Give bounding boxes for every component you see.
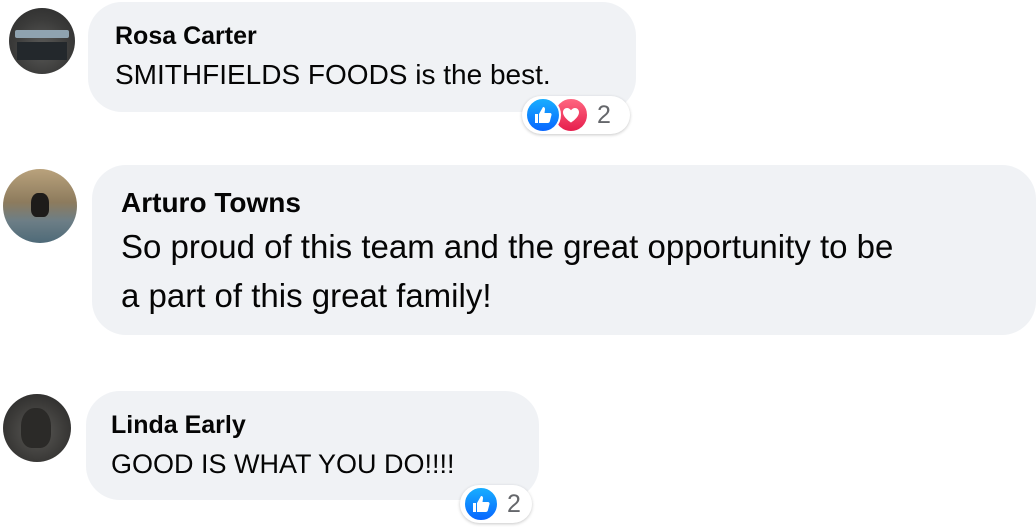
- comment-text: SMITHFIELDS FOODS is the best.: [115, 59, 551, 90]
- reaction-summary[interactable]: 2: [460, 485, 532, 523]
- avatar[interactable]: [9, 8, 75, 74]
- pet-silhouette: [21, 408, 51, 448]
- animal-silhouette: [31, 193, 49, 217]
- comment-bubble: Linda Early GOOD IS WHAT YOU DO!!!!: [86, 391, 539, 500]
- comment-text: GOOD IS WHAT YOU DO!!!!: [111, 449, 455, 479]
- like-icon: [463, 486, 499, 522]
- avatar[interactable]: [3, 394, 71, 462]
- comment-bubble: Arturo Towns So proud of this team and t…: [92, 165, 1036, 335]
- like-icon: [525, 97, 561, 133]
- reaction-summary[interactable]: 2: [522, 96, 630, 134]
- comment-author[interactable]: Arturo Towns: [121, 187, 301, 219]
- reaction-count: 2: [597, 100, 611, 129]
- storefront-sign: [15, 30, 69, 38]
- comment-author[interactable]: Rosa Carter: [115, 22, 257, 51]
- comment-text-line: a part of this great family!: [121, 277, 492, 314]
- avatar[interactable]: [3, 169, 77, 243]
- comment-text-line: So proud of this team and the great oppo…: [121, 228, 894, 265]
- storefront-window: [17, 42, 67, 60]
- reaction-count: 2: [507, 489, 521, 518]
- comment-author[interactable]: Linda Early: [111, 411, 246, 440]
